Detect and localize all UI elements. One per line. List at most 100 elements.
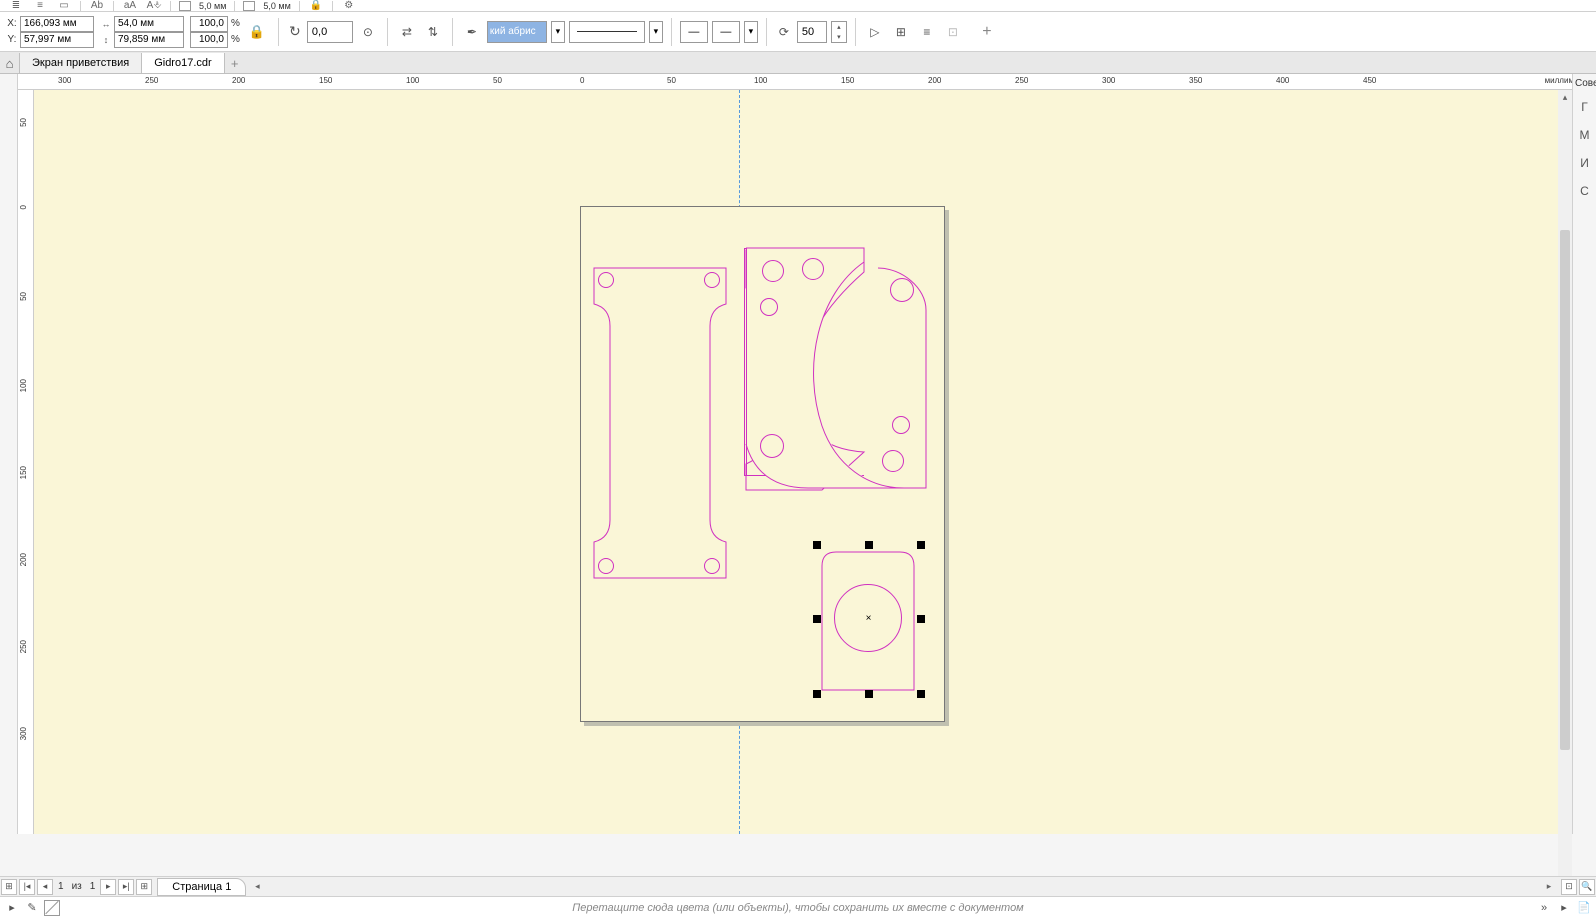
ruler-tick: 300	[19, 727, 28, 740]
palette-arrow-icon[interactable]: ▸	[4, 900, 20, 916]
mirror-h-icon[interactable]: ⇄	[396, 21, 418, 43]
scale-x-input[interactable]	[190, 16, 228, 32]
distribute-icon[interactable]: ⊡	[942, 21, 964, 43]
smallcaps-icon[interactable]: A⎀	[146, 1, 162, 11]
tab-welcome[interactable]: Экран приветствия	[20, 53, 142, 73]
new-tab-button[interactable]: +	[225, 53, 245, 73]
start-arrow-select[interactable]: —	[680, 21, 708, 43]
add-button[interactable]: +	[976, 21, 998, 43]
canvas-content[interactable]: ×	[34, 90, 1596, 834]
hints-label[interactable]: Совет	[1573, 74, 1596, 93]
spinner[interactable]: ▴▾	[831, 21, 847, 43]
hole-circle[interactable]	[598, 272, 614, 288]
scroll-thumb[interactable]	[1560, 230, 1570, 750]
nav-add-page-icon[interactable]: ⊞	[136, 879, 152, 895]
nav-first-icon[interactable]: |◂	[19, 879, 35, 895]
hole-circle[interactable]	[802, 258, 824, 280]
nav-prev-icon[interactable]: ◂	[37, 879, 53, 895]
tab-file[interactable]: Gidro17.cdr	[142, 53, 224, 73]
scroll-up-icon[interactable]: ▴	[1558, 90, 1572, 104]
rotate-icon: ↻	[287, 23, 303, 40]
nav-last-icon[interactable]: ▸|	[118, 879, 134, 895]
mid-arrow-select[interactable]: —	[712, 21, 740, 43]
mirror-v-icon[interactable]: ⇅	[422, 21, 444, 43]
wrap-offset-input[interactable]	[797, 21, 827, 43]
list-icon[interactable]: ≡	[32, 1, 48, 11]
close-curve-icon[interactable]: ▷	[864, 21, 886, 43]
bullets-icon[interactable]: ≣	[8, 1, 24, 11]
hole-circle[interactable]	[882, 450, 904, 472]
rotation-center-icon[interactable]: ⊙	[357, 21, 379, 43]
scrollbar-vertical[interactable]: ▴ ▾	[1558, 90, 1572, 896]
selection-handle-ml[interactable]	[813, 615, 821, 623]
selection-handle-bc[interactable]	[865, 690, 873, 698]
outline-dropdown-icon[interactable]: ▾	[551, 21, 565, 43]
caps-icon[interactable]: aA	[122, 1, 138, 11]
settings-small-icon[interactable]: ⚙	[341, 1, 357, 11]
palette-flyout-icon[interactable]: ▸	[1556, 900, 1572, 916]
selection-handle-tr[interactable]	[917, 541, 925, 549]
selection-handle-tc[interactable]	[865, 541, 873, 549]
hole-circle[interactable]	[704, 558, 720, 574]
workspace: 300 250 200 150 100 50 0 50 100 150 200 …	[0, 74, 1596, 834]
spacing-2[interactable]: 5,0 мм	[263, 1, 290, 11]
box-icon[interactable]: ▭	[56, 1, 72, 11]
scale-y-input[interactable]	[190, 32, 228, 48]
nav-menu-icon[interactable]: ⊞	[1, 879, 17, 895]
outline-pen-icon[interactable]: ✒	[461, 21, 483, 43]
combine-icon[interactable]: ⊞	[890, 21, 912, 43]
panel-item[interactable]: М	[1573, 121, 1596, 149]
selection-center-icon[interactable]: ×	[864, 614, 873, 623]
fill-box-icon[interactable]	[179, 1, 191, 11]
scroll-right-icon[interactable]: ▸	[1542, 880, 1556, 894]
hole-circle[interactable]	[704, 272, 720, 288]
fill-box-icon-2[interactable]	[243, 1, 255, 11]
scrollbar-horizontal[interactable]: ◂ ▸	[250, 880, 1556, 894]
ruler-tick: 150	[841, 76, 854, 85]
ruler-vertical[interactable]: 50 0 50 100 150 200 250 300	[18, 90, 34, 834]
hole-circle[interactable]	[760, 298, 778, 316]
line-style-dropdown-icon[interactable]: ▾	[649, 21, 663, 43]
selection-handle-br[interactable]	[917, 690, 925, 698]
palette-eyedropper-icon[interactable]: ✎	[24, 900, 40, 916]
panel-item[interactable]: Г	[1573, 93, 1596, 121]
lock-ratio-icon[interactable]: 🔒	[248, 24, 266, 40]
hole-circle[interactable]	[892, 416, 910, 434]
x-input[interactable]	[20, 16, 94, 32]
selection-handle-mr[interactable]	[917, 615, 925, 623]
arrow-dropdown-icon[interactable]: ▾	[744, 21, 758, 43]
palette-add-icon[interactable]: 📄	[1576, 900, 1592, 916]
panel-item[interactable]: С	[1573, 177, 1596, 205]
palette-expand-icon[interactable]: »	[1536, 900, 1552, 916]
hole-circle[interactable]	[598, 558, 614, 574]
line-style-select[interactable]	[569, 21, 645, 43]
no-color-swatch[interactable]	[44, 900, 60, 916]
canvas-area[interactable]: 300 250 200 150 100 50 0 50 100 150 200 …	[18, 74, 1596, 834]
selection-handle-tl[interactable]	[813, 541, 821, 549]
spacing-1[interactable]: 5,0 мм	[199, 1, 226, 11]
shape-bracket-left[interactable]	[592, 266, 730, 580]
align-icon[interactable]: ≡	[916, 21, 938, 43]
ruler-horizontal[interactable]: 300 250 200 150 100 50 0 50 100 150 200 …	[18, 74, 1596, 90]
wrap-icon[interactable]: ⟳	[775, 21, 793, 43]
zoom-icon[interactable]: 🔍	[1579, 879, 1595, 895]
page-tab[interactable]: Страница 1	[157, 878, 246, 896]
width-input[interactable]	[114, 16, 184, 32]
lock-small-icon[interactable]: 🔒	[308, 1, 324, 11]
y-input[interactable]	[20, 32, 94, 48]
ruler-tick: 300	[58, 76, 71, 85]
nav-next-icon[interactable]: ▸	[100, 879, 116, 895]
hole-circle[interactable]	[762, 260, 784, 282]
rotation-input[interactable]	[307, 21, 353, 43]
scroll-left-icon[interactable]: ◂	[250, 880, 264, 894]
height-input[interactable]	[114, 32, 184, 48]
panel-item[interactable]: И	[1573, 149, 1596, 177]
zoom-all-icon[interactable]: ⊡	[1561, 879, 1577, 895]
text-icon[interactable]: Ab	[89, 1, 105, 11]
home-icon[interactable]: ⌂	[0, 53, 20, 73]
outline-width-select[interactable]	[487, 21, 547, 43]
hole-circle[interactable]	[890, 278, 914, 302]
hole-circle[interactable]	[760, 434, 784, 458]
selection-handle-bl[interactable]	[813, 690, 821, 698]
ruler-tick: 450	[1363, 76, 1376, 85]
